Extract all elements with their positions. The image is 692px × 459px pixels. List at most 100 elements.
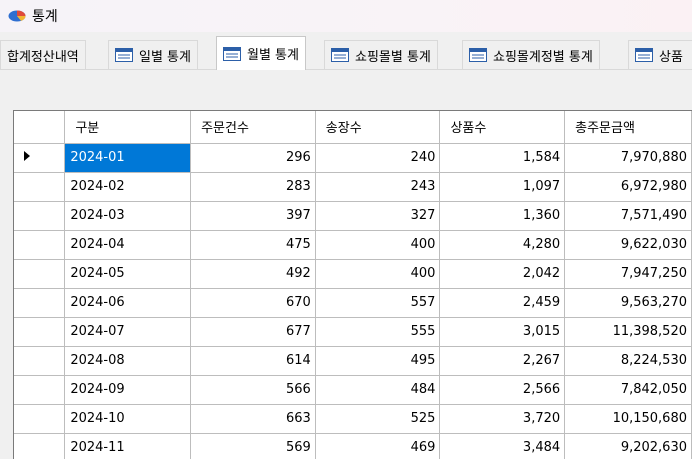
grid-cell[interactable]: 327 <box>315 201 441 231</box>
row-header-cell[interactable] <box>14 259 66 289</box>
table-row[interactable]: 2024-02 283 243 1,097 6,972,980 <box>14 172 692 202</box>
grid-cell[interactable]: 4,280 <box>439 230 566 260</box>
tab-monthly-stats[interactable]: 월별 통계 <box>216 36 306 70</box>
tab-label: 합계정산내역 <box>7 49 79 65</box>
tab-label: 쇼핑몰별 통계 <box>355 49 431 65</box>
table-row[interactable]: 2024-08 614 495 2,267 8,224,530 <box>14 346 692 376</box>
grid-cell[interactable]: 3,015 <box>439 317 566 347</box>
grid-cell[interactable]: 243 <box>315 172 441 202</box>
column-header-period[interactable]: 구분 <box>64 111 192 144</box>
table-row[interactable]: 2024-04 475 400 4,280 9,622,030 <box>14 230 692 260</box>
grid-cell[interactable]: 240 <box>315 143 441 173</box>
grid-cell[interactable]: 2,459 <box>439 288 566 318</box>
grid-cell[interactable]: 2,566 <box>439 375 566 405</box>
grid-cell[interactable]: 397 <box>190 201 316 231</box>
row-header-cell[interactable] <box>14 404 66 434</box>
grid-cell[interactable]: 296 <box>190 143 316 173</box>
grid-form-icon <box>635 48 653 62</box>
grid-cell[interactable]: 9,202,630 <box>564 433 692 459</box>
grid-cell[interactable]: 2024-11 <box>64 433 192 459</box>
grid-cell[interactable]: 475 <box>190 230 316 260</box>
grid-cell[interactable]: 670 <box>190 288 316 318</box>
row-header-cell[interactable] <box>14 230 66 260</box>
row-header-cell[interactable] <box>14 317 66 347</box>
grid-cell[interactable]: 1,097 <box>439 172 566 202</box>
grid-cell[interactable]: 2024-03 <box>64 201 192 231</box>
grid-cell[interactable]: 283 <box>190 172 316 202</box>
grid-cell[interactable]: 1,360 <box>439 201 566 231</box>
grid-cell[interactable]: 2024-06 <box>64 288 192 318</box>
row-header-cell[interactable] <box>14 143 66 173</box>
grid-cell[interactable]: 3,484 <box>439 433 566 459</box>
table-row[interactable]: 2024-07 677 555 3,015 11,398,520 <box>14 317 692 347</box>
column-header-product-count[interactable]: 상품수 <box>439 111 566 144</box>
tab-label: 일별 통계 <box>139 49 191 65</box>
tab-mall-stats[interactable]: 쇼핑몰별 통계 <box>324 40 438 69</box>
row-header-cell[interactable] <box>14 172 66 202</box>
title-bar: 통계 <box>0 0 692 32</box>
tab-product-stats[interactable]: 상품 <box>628 40 692 69</box>
grid-cell[interactable]: 677 <box>190 317 316 347</box>
grid-cell[interactable]: 7,970,880 <box>564 143 692 173</box>
grid-cell[interactable]: 9,563,270 <box>564 288 692 318</box>
grid-cell[interactable]: 2,267 <box>439 346 566 376</box>
grid-cell[interactable]: 469 <box>315 433 441 459</box>
grid-header-row: 구분 주문건수 송장수 상품수 총주문금액 <box>14 111 692 144</box>
row-header-cell[interactable] <box>14 346 66 376</box>
grid-cell[interactable]: 11,398,520 <box>564 317 692 347</box>
table-row[interactable]: 2024-03 397 327 1,360 7,571,490 <box>14 201 692 231</box>
pie-chart-icon <box>8 10 26 22</box>
column-header-invoice-count[interactable]: 송장수 <box>315 111 441 144</box>
column-header-total-order-amount[interactable]: 총주문금액 <box>564 111 692 144</box>
table-row[interactable]: 2024-01 296 240 1,584 7,970,880 <box>14 143 692 173</box>
grid-cell[interactable]: 7,571,490 <box>564 201 692 231</box>
grid-cell[interactable]: 2024-04 <box>64 230 192 260</box>
grid-cell[interactable]: 2024-01 <box>64 143 192 173</box>
tab-settlement-summary[interactable]: 합계정산내역 <box>0 40 86 69</box>
tab-daily-stats[interactable]: 일별 통계 <box>108 40 198 69</box>
grid-cell[interactable]: 566 <box>190 375 316 405</box>
table-row[interactable]: 2024-11 569 469 3,484 9,202,630 <box>14 433 692 459</box>
row-indicator-arrow-icon <box>24 151 30 161</box>
grid-cell[interactable]: 400 <box>315 259 441 289</box>
grid-cell[interactable]: 557 <box>315 288 441 318</box>
tab-mall-account-stats[interactable]: 쇼핑몰계정별 통계 <box>462 40 600 69</box>
monthly-stats-grid[interactable]: 구분 주문건수 송장수 상품수 총주문금액 2024-01 296 240 1,584… <box>13 110 692 459</box>
table-row[interactable]: 2024-10 663 525 3,720 10,150,680 <box>14 404 692 434</box>
grid-cell[interactable]: 2024-05 <box>64 259 192 289</box>
grid-cell[interactable]: 2,042 <box>439 259 566 289</box>
grid-cell[interactable]: 614 <box>190 346 316 376</box>
grid-cell[interactable]: 1,584 <box>439 143 566 173</box>
grid-cell[interactable]: 10,150,680 <box>564 404 692 434</box>
grid-cell[interactable]: 484 <box>315 375 441 405</box>
grid-cell[interactable]: 3,720 <box>439 404 566 434</box>
grid-cell[interactable]: 2024-10 <box>64 404 192 434</box>
grid-cell[interactable]: 7,842,050 <box>564 375 692 405</box>
grid-cell[interactable]: 2024-08 <box>64 346 192 376</box>
grid-cell[interactable]: 6,972,980 <box>564 172 692 202</box>
grid-cell[interactable]: 7,947,250 <box>564 259 692 289</box>
grid-cell[interactable]: 525 <box>315 404 441 434</box>
grid-cell[interactable]: 555 <box>315 317 441 347</box>
table-row[interactable]: 2024-05 492 400 2,042 7,947,250 <box>14 259 692 289</box>
column-header-order-count[interactable]: 주문건수 <box>190 111 316 144</box>
grid-cell[interactable]: 2024-02 <box>64 172 192 202</box>
grid-cell[interactable]: 400 <box>315 230 441 260</box>
row-header-cell[interactable] <box>14 375 66 405</box>
grid-cell[interactable]: 663 <box>190 404 316 434</box>
grid-cell[interactable]: 492 <box>190 259 316 289</box>
tab-label: 쇼핑몰계정별 통계 <box>493 49 593 65</box>
table-row[interactable]: 2024-06 670 557 2,459 9,563,270 <box>14 288 692 318</box>
grid-cell[interactable]: 495 <box>315 346 441 376</box>
row-header-cell[interactable] <box>14 288 66 318</box>
grid-cell[interactable]: 569 <box>190 433 316 459</box>
grid-form-icon <box>115 48 133 62</box>
table-row[interactable]: 2024-09 566 484 2,566 7,842,050 <box>14 375 692 405</box>
grid-cell[interactable]: 2024-09 <box>64 375 192 405</box>
grid-cell[interactable]: 9,622,030 <box>564 230 692 260</box>
row-header-cell[interactable] <box>14 433 66 459</box>
row-header-corner <box>14 111 66 144</box>
grid-cell[interactable]: 2024-07 <box>64 317 192 347</box>
grid-cell[interactable]: 8,224,530 <box>564 346 692 376</box>
row-header-cell[interactable] <box>14 201 66 231</box>
